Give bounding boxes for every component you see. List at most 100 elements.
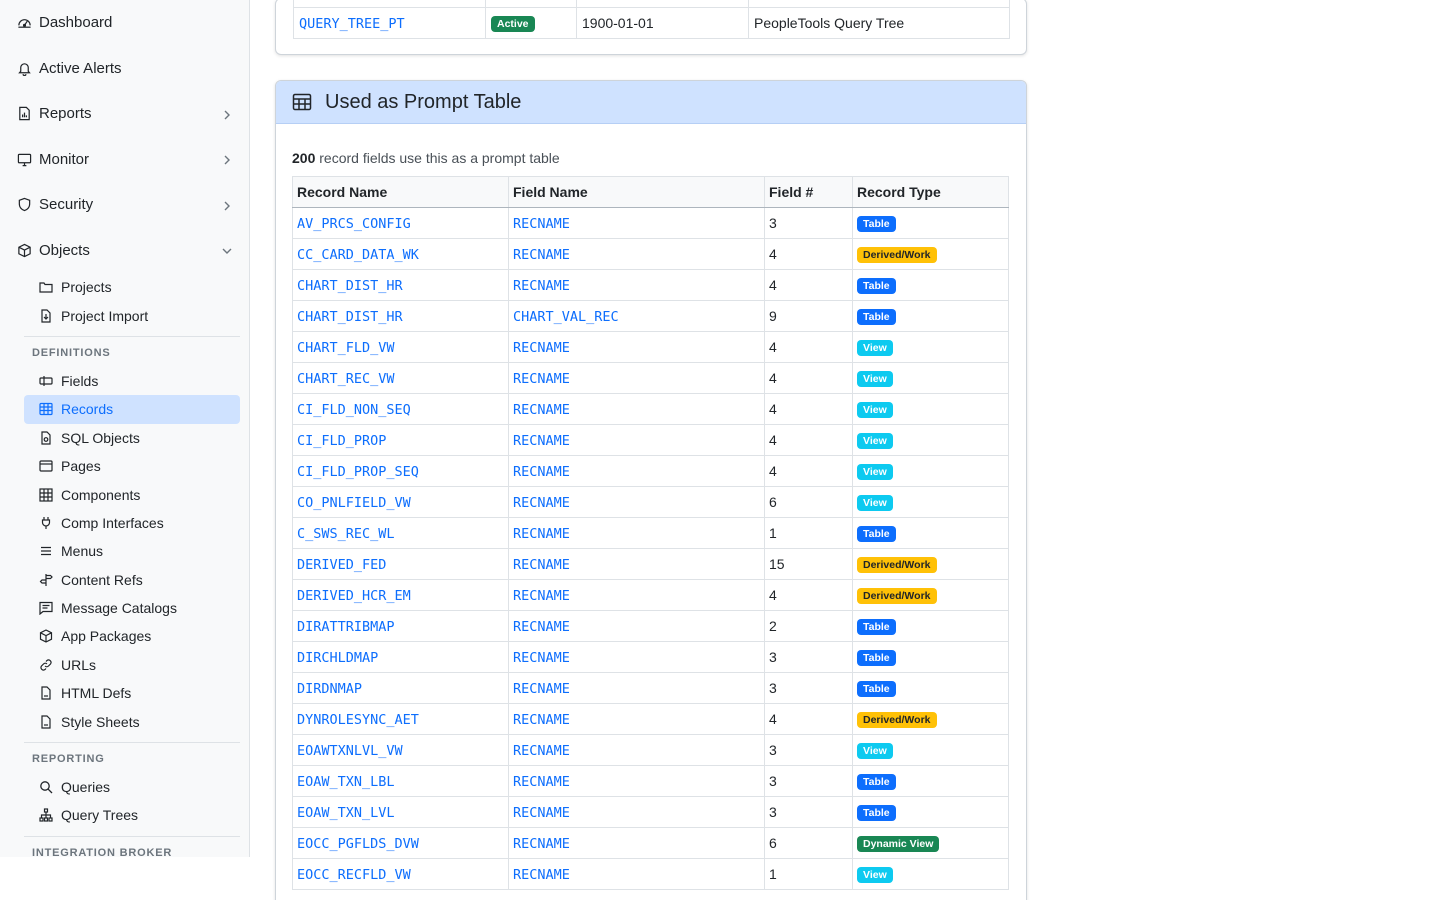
field-name-link[interactable]: RECNAME bbox=[513, 247, 570, 263]
grid-icon bbox=[39, 487, 53, 502]
field-name-link[interactable]: RECNAME bbox=[513, 402, 570, 418]
record-name-link[interactable]: CHART_DIST_HR bbox=[297, 309, 403, 325]
record-type-badge: Table bbox=[857, 805, 896, 821]
sidebar-item-fields[interactable]: Fields bbox=[24, 367, 240, 395]
field-name-link[interactable]: RECNAME bbox=[513, 867, 570, 883]
page-icon bbox=[39, 459, 53, 473]
field-number: 1 bbox=[764, 858, 853, 890]
record-name-link[interactable]: DIRCHLDMAP bbox=[297, 650, 378, 666]
record-name-link[interactable]: DYNROLESYNC_AET bbox=[297, 712, 419, 728]
file-import-icon bbox=[39, 308, 53, 323]
field-name-link[interactable]: RECNAME bbox=[513, 805, 570, 821]
field-name-link[interactable]: CHART_VAL_REC bbox=[513, 309, 619, 325]
field-name-link[interactable]: RECNAME bbox=[513, 340, 570, 356]
table-row: CHART_DIST_HR RECNAME 4 Table bbox=[292, 269, 1009, 301]
nav-dashboard[interactable]: Dashboard bbox=[0, 0, 249, 46]
sidebar-item-projects[interactable]: Projects bbox=[24, 273, 240, 301]
record-name-link[interactable]: CHART_REC_VW bbox=[297, 371, 395, 387]
column-header-field-number[interactable]: Field # bbox=[764, 176, 853, 208]
record-name-link[interactable]: CC_CARD_DATA_WK bbox=[297, 247, 419, 263]
field-name-link[interactable]: RECNAME bbox=[513, 588, 570, 604]
sidebar-item-project-import[interactable]: Project Import bbox=[24, 301, 240, 329]
record-name-link[interactable]: DERIVED_FED bbox=[297, 557, 386, 573]
field-name-link[interactable]: RECNAME bbox=[513, 557, 570, 573]
table-row: DIRDNMAP RECNAME 3 Table bbox=[292, 672, 1009, 704]
field-name-link[interactable]: RECNAME bbox=[513, 619, 570, 635]
field-name-link[interactable]: RECNAME bbox=[513, 836, 570, 852]
record-name-link[interactable]: DIRATTRIBMAP bbox=[297, 619, 395, 635]
table-row: DERIVED_FED RECNAME 15 Derived/Work bbox=[292, 548, 1009, 580]
record-name-link[interactable]: DIRDNMAP bbox=[297, 681, 362, 697]
signpost-icon bbox=[39, 573, 53, 587]
nav-security[interactable]: Security bbox=[0, 182, 249, 228]
plug-icon bbox=[39, 516, 53, 530]
record-name-link[interactable]: EOAW_TXN_LVL bbox=[297, 805, 395, 821]
table-row: DERIVED_HCR_EM RECNAME 4 Derived/Work bbox=[292, 579, 1009, 611]
sidebar-item-label: Style Sheets bbox=[61, 713, 140, 730]
record-name-link[interactable]: CHART_FLD_VW bbox=[297, 340, 395, 356]
sidebar-item-records[interactable]: Records bbox=[24, 395, 240, 424]
field-name-link[interactable]: RECNAME bbox=[513, 712, 570, 728]
record-name-link[interactable]: DERIVED_HCR_EM bbox=[297, 588, 411, 604]
field-name-link[interactable]: RECNAME bbox=[513, 681, 570, 697]
sidebar-item-label: Pages bbox=[61, 458, 101, 475]
field-number: 4 bbox=[764, 238, 853, 270]
record-type-badge: View bbox=[857, 433, 893, 449]
record-type-badge: View bbox=[857, 495, 893, 511]
sidebar-item-components[interactable]: Components bbox=[24, 480, 240, 508]
field-name-link[interactable]: RECNAME bbox=[513, 743, 570, 759]
record-name-link[interactable]: EOCC_RECFLD_VW bbox=[297, 867, 411, 883]
nav-monitor[interactable]: Monitor bbox=[0, 137, 249, 183]
field-name-link[interactable]: RECNAME bbox=[513, 650, 570, 666]
sidebar-item-urls[interactable]: URLs bbox=[24, 651, 240, 679]
record-name-link[interactable]: CO_PNLFIELD_VW bbox=[297, 495, 411, 511]
field-name-link[interactable]: RECNAME bbox=[513, 495, 570, 511]
field-name-link[interactable]: RECNAME bbox=[513, 371, 570, 387]
css-file-icon bbox=[39, 715, 53, 729]
field-name-link[interactable]: RECNAME bbox=[513, 278, 570, 294]
record-name-link[interactable]: EOAWTXNLVL_VW bbox=[297, 743, 403, 759]
sidebar-item-message-catalogs[interactable]: Message Catalogs bbox=[24, 594, 240, 622]
table-row: QUERY_TREE_PT Active 1900-01-01 PeopleTo… bbox=[293, 7, 1010, 39]
field-name-link[interactable]: RECNAME bbox=[513, 464, 570, 480]
record-name-link[interactable]: CI_FLD_PROP bbox=[297, 433, 386, 449]
sidebar-item-content-refs[interactable]: Content Refs bbox=[24, 566, 240, 594]
nav-objects[interactable]: Objects bbox=[0, 228, 249, 274]
tree-name-link[interactable]: QUERY_TREE_PT bbox=[299, 16, 405, 32]
chevron-right-icon bbox=[221, 153, 233, 165]
record-name-link[interactable]: CI_FLD_NON_SEQ bbox=[297, 402, 411, 418]
record-name-link[interactable]: AV_PRCS_CONFIG bbox=[297, 216, 411, 232]
nav-active-alerts[interactable]: Active Alerts bbox=[0, 46, 249, 92]
sidebar-item-style-sheets[interactable]: Style Sheets bbox=[24, 707, 240, 735]
record-type-badge: Derived/Work bbox=[857, 557, 937, 573]
field-number: 3 bbox=[764, 765, 853, 797]
record-name-link[interactable]: EOCC_PGFLDS_DVW bbox=[297, 836, 419, 852]
record-type-badge: View bbox=[857, 867, 893, 883]
sidebar-item-menus[interactable]: Menus bbox=[24, 537, 240, 565]
sidebar-item-query-trees[interactable]: Query Trees bbox=[24, 801, 240, 829]
column-header-field-name[interactable]: Field Name bbox=[508, 176, 765, 208]
record-name-link[interactable]: CI_FLD_PROP_SEQ bbox=[297, 464, 419, 480]
field-name-link[interactable]: RECNAME bbox=[513, 526, 570, 542]
sidebar-item-app-packages[interactable]: App Packages bbox=[24, 622, 240, 650]
nav-reports[interactable]: Reports bbox=[0, 91, 249, 137]
record-type-badge: View bbox=[857, 340, 893, 356]
field-name-link[interactable]: RECNAME bbox=[513, 216, 570, 232]
sidebar-item-pages[interactable]: Pages bbox=[24, 452, 240, 480]
record-name-link[interactable]: C_SWS_REC_WL bbox=[297, 526, 395, 542]
field-name-link[interactable]: RECNAME bbox=[513, 774, 570, 790]
column-header-record-name[interactable]: Record Name bbox=[292, 176, 509, 208]
sidebar-item-comp-interfaces[interactable]: Comp Interfaces bbox=[24, 509, 240, 537]
sidebar-item-sql-objects[interactable]: SQL Objects bbox=[24, 424, 240, 452]
field-name-link[interactable]: RECNAME bbox=[513, 433, 570, 449]
record-name-link[interactable]: EOAW_TXN_LBL bbox=[297, 774, 395, 790]
field-number: 3 bbox=[764, 734, 853, 766]
section-heading-integration-broker: INTEGRATION BROKER bbox=[24, 835, 240, 857]
sidebar-item-queries[interactable]: Queries bbox=[24, 773, 240, 801]
field-number: 6 bbox=[764, 486, 853, 518]
column-header-record-type[interactable]: Record Type bbox=[852, 176, 1009, 208]
sidebar-item-html-defs[interactable]: HTML Defs bbox=[24, 679, 240, 707]
html-file-icon bbox=[39, 686, 53, 700]
record-name-link[interactable]: CHART_DIST_HR bbox=[297, 278, 403, 294]
nav-monitor-label: Monitor bbox=[39, 150, 90, 168]
